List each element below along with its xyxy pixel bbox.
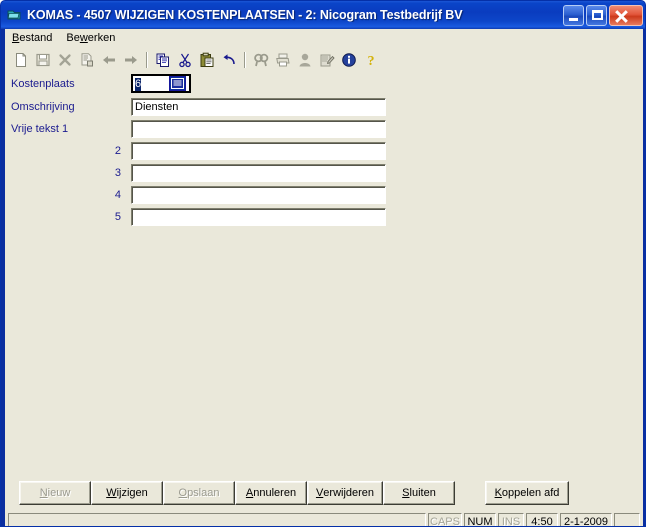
svg-text:?: ? bbox=[368, 54, 375, 68]
label-vrije-tekst-4: 4 bbox=[114, 189, 121, 201]
undo-icon[interactable] bbox=[218, 49, 240, 71]
print-icon bbox=[272, 49, 294, 71]
toolbar: ? bbox=[5, 47, 643, 73]
verwijderen-button[interactable]: Verwijderen bbox=[307, 481, 383, 505]
list-lookup-icon[interactable] bbox=[169, 76, 186, 91]
delete-icon bbox=[54, 49, 76, 71]
status-date: 2-1-2009 bbox=[560, 513, 612, 526]
previous-icon[interactable] bbox=[98, 49, 120, 71]
app-folder-icon bbox=[6, 7, 22, 23]
status-time: 4:50 bbox=[526, 513, 558, 526]
save-icon bbox=[32, 49, 54, 71]
kostenplaats-value: 6 bbox=[135, 77, 142, 91]
toolbar-separator bbox=[244, 52, 246, 68]
contact-icon bbox=[294, 49, 316, 71]
vrije-tekst-3-input[interactable] bbox=[131, 164, 386, 182]
save-as-icon bbox=[76, 49, 98, 71]
koppelen-afd-button[interactable]: Koppelen afd bbox=[485, 481, 569, 505]
form-area: Kostenplaats 6 Omschrijving Diensten Vri… bbox=[5, 73, 643, 473]
status-spare bbox=[614, 513, 640, 526]
vrije-tekst-5-input[interactable] bbox=[131, 208, 386, 226]
menu-item-bestand[interactable]: Bestand bbox=[11, 30, 59, 46]
title-bar[interactable]: KOMAS - 4507 WIJZIGEN KOSTENPLAATSEN - 2… bbox=[1, 1, 645, 29]
info-icon[interactable] bbox=[338, 49, 360, 71]
window-controls bbox=[563, 4, 643, 26]
cut-icon[interactable] bbox=[174, 49, 196, 71]
client-area: Bestand Bewerken ? Kostenplaats 6 Omschr… bbox=[5, 29, 643, 526]
find-icon bbox=[250, 49, 272, 71]
menu-bar: Bestand Bewerken bbox=[5, 29, 643, 47]
copy-icon[interactable] bbox=[152, 49, 174, 71]
window-title: KOMAS - 4507 WIJZIGEN KOSTENPLAATSEN - 2… bbox=[27, 8, 463, 22]
sluiten-button[interactable]: Sluiten bbox=[383, 481, 455, 505]
label-kostenplaats: Kostenplaats bbox=[11, 78, 75, 90]
close-button[interactable] bbox=[609, 4, 643, 26]
vrije-tekst-4-input[interactable] bbox=[131, 186, 386, 204]
edit-note-icon bbox=[316, 49, 338, 71]
button-bar: Nieuw Wijzigen Opslaan Annuleren Verwijd… bbox=[5, 481, 643, 511]
label-vrije-tekst-2: 2 bbox=[114, 145, 121, 157]
omschrijving-input[interactable]: Diensten bbox=[131, 98, 386, 116]
paste-icon[interactable] bbox=[196, 49, 218, 71]
toolbar-separator bbox=[146, 52, 148, 68]
nieuw-button[interactable]: Nieuw bbox=[19, 481, 91, 505]
next-icon[interactable] bbox=[120, 49, 142, 71]
label-omschrijving: Omschrijving bbox=[11, 101, 75, 113]
minimize-button[interactable] bbox=[563, 4, 584, 26]
opslaan-button[interactable]: Opslaan bbox=[163, 481, 235, 505]
status-caps: CAPS bbox=[428, 513, 462, 526]
status-bar: CAPS NUM INS 4:50 2-1-2009 bbox=[5, 511, 643, 526]
status-num: NUM bbox=[464, 513, 496, 526]
status-ins: INS bbox=[498, 513, 524, 526]
new-icon[interactable] bbox=[10, 49, 32, 71]
label-vrije-tekst-3: 3 bbox=[114, 167, 121, 179]
help-icon[interactable]: ? bbox=[360, 49, 382, 71]
vrije-tekst-2-input[interactable] bbox=[131, 142, 386, 160]
maximize-button[interactable] bbox=[586, 4, 607, 26]
vrije-tekst-1-input[interactable] bbox=[131, 120, 386, 138]
wijzigen-button[interactable]: Wijzigen bbox=[91, 481, 163, 505]
annuleren-button[interactable]: Annuleren bbox=[235, 481, 307, 505]
label-vrije-tekst-1: Vrije tekst 1 bbox=[11, 123, 69, 135]
menu-item-bewerken[interactable]: Bewerken bbox=[65, 30, 122, 46]
label-vrije-tekst-5: 5 bbox=[114, 211, 121, 223]
status-message bbox=[8, 513, 426, 526]
application-window: KOMAS - 4507 WIJZIGEN KOSTENPLAATSEN - 2… bbox=[0, 0, 646, 527]
